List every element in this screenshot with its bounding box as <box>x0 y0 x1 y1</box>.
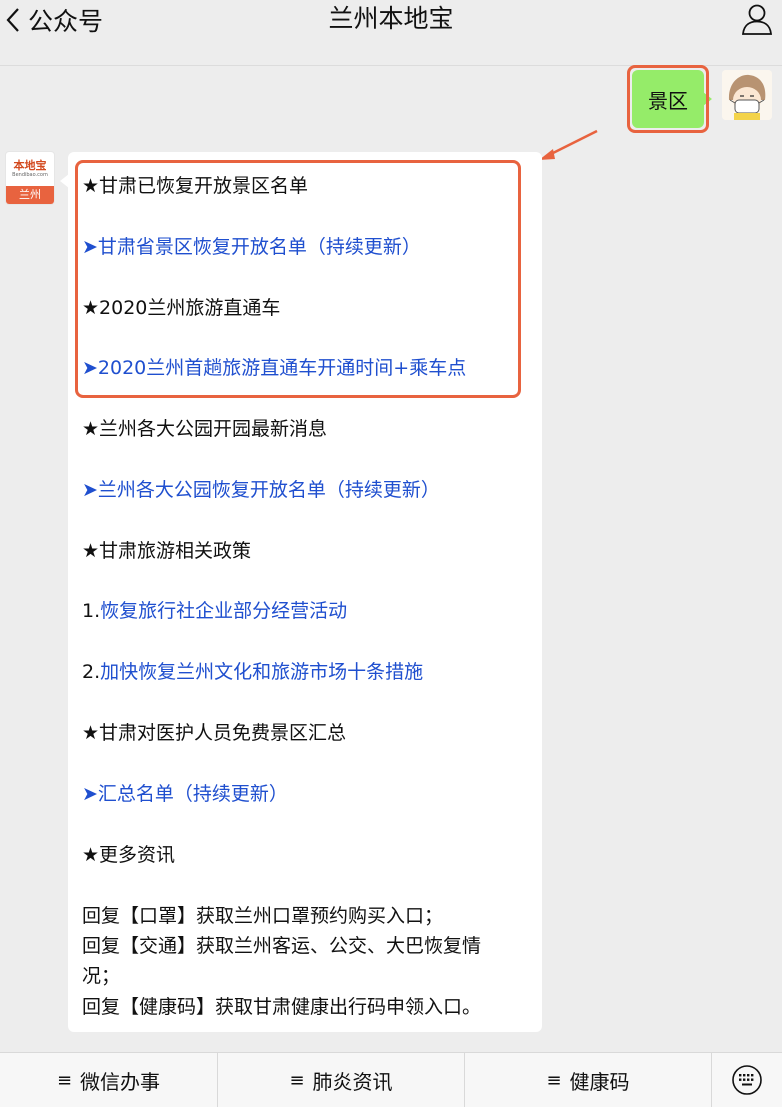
section-heading: ★甘肃已恢复开放景区名单 <box>82 175 309 197</box>
menu-icon: ≡ <box>56 1069 73 1091</box>
outgoing-message[interactable]: 景区 <box>632 70 712 128</box>
city-tag: 兰州 <box>6 186 54 204</box>
policy-item-1[interactable]: 1.恢复旅行社企业部分经营活动 <box>82 598 347 624</box>
menu-icon: ≡ <box>289 1069 305 1091</box>
link-tour-bus[interactable]: ➤2020兰州首趟旅游直通车开通时间+乘车点 <box>82 355 466 381</box>
link-travel-agency[interactable]: 恢复旅行社企业部分经营活动 <box>100 600 347 622</box>
section-heading: ★2020兰州旅游直通车 <box>82 297 281 319</box>
incoming-message <box>60 152 542 1032</box>
account-avatar[interactable]: 本地宝 Bendibao.com 兰州 <box>6 152 54 204</box>
keyboard-icon <box>732 1065 762 1095</box>
link-ten-measures[interactable]: 加快恢复兰州文化和旅游市场十条措施 <box>100 661 423 683</box>
page-title: 兰州本地宝 <box>328 4 454 33</box>
link-summary-list[interactable]: ➤汇总名单（持续更新） <box>82 781 288 807</box>
reply-hint-traffic: 回复【交通】获取兰州客运、公交、大巴恢复情 <box>82 935 482 957</box>
user-avatar[interactable] <box>722 70 772 120</box>
menu-pneumonia-news[interactable]: ≡ 肺炎资讯 <box>218 1053 465 1107</box>
list-number: 2. <box>82 661 101 683</box>
bendibao-logo: 本地宝 Bendibao.com <box>12 159 48 178</box>
policy-item-2[interactable]: 2.加快恢复兰州文化和旅游市场十条措施 <box>82 659 423 685</box>
menu-wechat-services[interactable]: ≡ 微信办事 <box>0 1053 218 1107</box>
list-number: 1. <box>82 600 101 622</box>
keyboard-toggle-button[interactable] <box>712 1053 782 1107</box>
reply-hint-health-code: 回复【健康码】获取甘肃健康出行码申领入口。 <box>82 996 482 1018</box>
link-scenic-reopen-list[interactable]: ➤甘肃省景区恢复开放名单（持续更新） <box>82 234 421 260</box>
reply-hint-traffic-cont: 况； <box>82 965 121 987</box>
section-heading: ★兰州各大公园开园最新消息 <box>82 418 328 440</box>
nav-bar: 公众号 兰州本地宝 <box>0 0 782 66</box>
section-heading: ★甘肃对医护人员免费景区汇总 <box>82 722 347 744</box>
section-heading: ★更多资讯 <box>82 844 176 866</box>
outgoing-message-text: 景区 <box>648 88 688 113</box>
menu-health-code[interactable]: ≡ 健康码 <box>465 1053 712 1107</box>
annotation-arrow <box>539 129 598 160</box>
reply-hint-mask: 回复【口罩】获取兰州口罩预约购买入口； <box>82 905 444 927</box>
profile-icon[interactable] <box>740 2 774 36</box>
link-parks-reopen-list[interactable]: ➤兰州各大公园恢复开放名单（持续更新） <box>82 477 440 503</box>
section-heading: ★甘肃旅游相关政策 <box>82 540 252 562</box>
bottom-menu: ≡ 微信办事 ≡ 肺炎资讯 ≡ 健康码 <box>0 1052 782 1107</box>
cartoon-avatar-icon <box>722 70 772 120</box>
menu-icon: ≡ <box>546 1069 562 1091</box>
